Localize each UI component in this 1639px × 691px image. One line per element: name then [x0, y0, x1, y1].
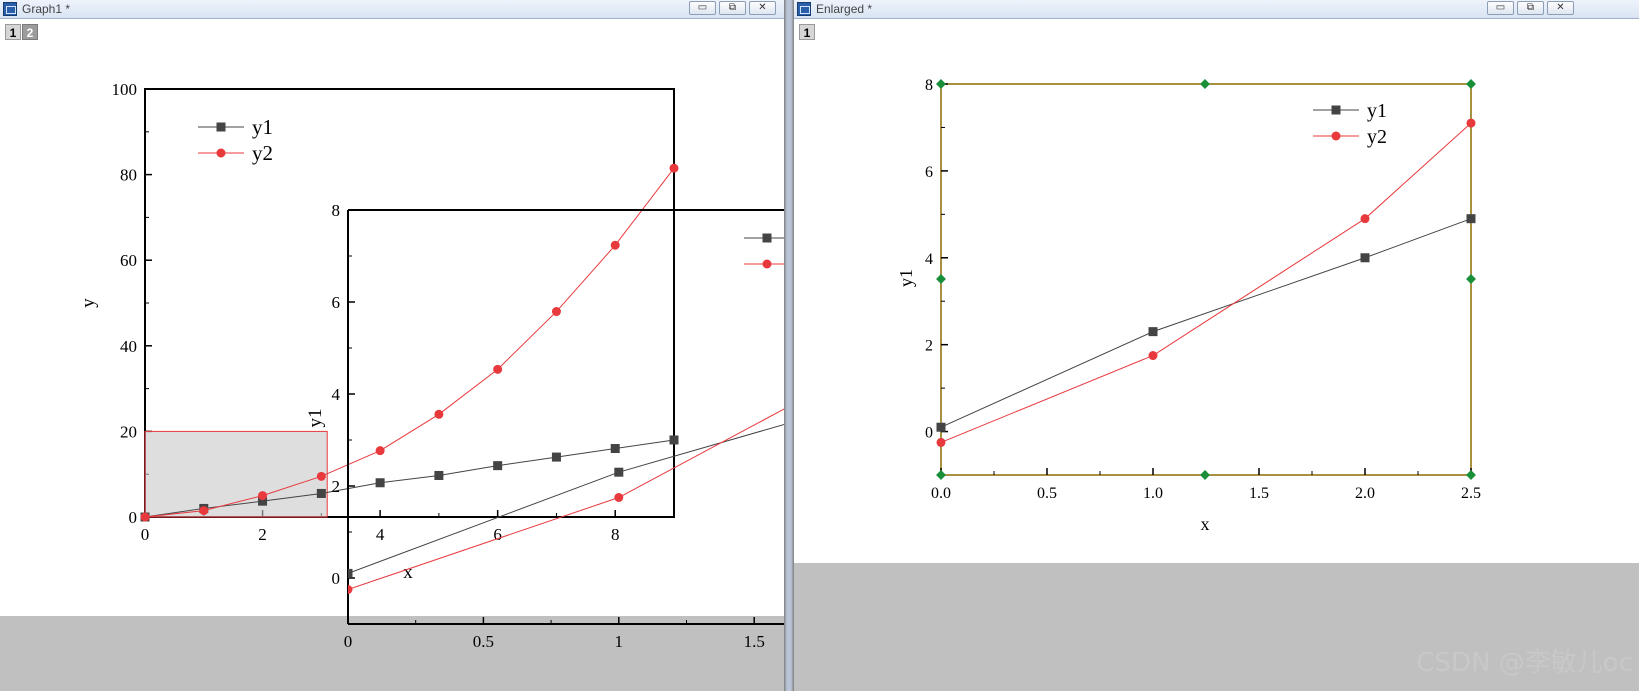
data-point-y1: [375, 478, 385, 488]
data-point-y2: [1360, 214, 1370, 224]
graph1-window: Graph1 * ▭ ⧉ ✕ 1 2 0 20 40 60 80 100 0 2 4 6 8 y y1 y…: [0, 0, 784, 691]
selection-handle: [1200, 470, 1210, 480]
x-tick-label: 0.0: [931, 485, 951, 502]
data-point-y2: [434, 409, 444, 419]
data-point-y2: [258, 491, 268, 501]
x-tick-label: 0.5: [473, 632, 494, 651]
series-line-y1: [940, 218, 1472, 428]
plot-frame: [940, 83, 1472, 476]
x-tick-label: 2.0: [1355, 485, 1375, 502]
y-tick-label: 0: [129, 508, 138, 527]
series-group: [348, 408, 784, 594]
data-point-y1: [1148, 327, 1158, 337]
data-point-y2: [614, 493, 624, 502]
x-axis-title: x: [1201, 514, 1210, 534]
data-point-y1: [936, 422, 946, 432]
selection-handle: [1200, 79, 1210, 89]
data-point-y1: [1360, 253, 1370, 263]
data-point-y1: [614, 467, 624, 477]
data-point-y2: [1148, 351, 1158, 361]
enlarged-plot-area[interactable]: 0 2 4 6 8 0.0 0.5 1.0 1.5 2.0 2.5 y1 x y1 y2: [794, 0, 1639, 691]
data-point-y2: [493, 364, 503, 374]
legend-label-y1: y1: [252, 115, 273, 139]
y-axis-title: y1: [896, 269, 916, 287]
y-tick-label: 80: [120, 166, 137, 185]
data-point-y1: [551, 452, 561, 462]
y-axis-title: y: [78, 298, 99, 308]
data-point-y2: [936, 437, 946, 447]
series-line-y2: [348, 408, 784, 590]
y-tick-label: 4: [925, 251, 933, 268]
data-point-y1: [316, 488, 326, 498]
selection-handle: [1466, 79, 1476, 89]
y-tick-label: 6: [925, 164, 933, 181]
legend-marker-y1: [762, 233, 772, 243]
data-point-y2: [199, 506, 209, 516]
graph1-plot-area[interactable]: 0204060801000 2 4 6 8yy1y2024680 0.5 1 1.5y1x: [0, 0, 784, 691]
series-line-y2: [940, 122, 1472, 443]
x-tick-label: 0: [141, 525, 150, 544]
legend-label-y2: y2: [252, 141, 273, 165]
data-point-y2: [375, 446, 385, 456]
legend-label-y1: y1: [1367, 100, 1387, 122]
legend-marker-y1: [1331, 105, 1341, 115]
data-point-y2: [140, 512, 150, 522]
data-point-y1: [493, 461, 503, 471]
x-tick-label: 1.5: [1249, 485, 1269, 502]
y-tick-label: 6: [332, 293, 341, 312]
x-tick-label: 1.0: [1143, 485, 1163, 502]
selection-handle: [1466, 470, 1476, 480]
y-tick-label: 60: [120, 251, 137, 270]
series-group: [936, 118, 1476, 447]
data-point-y2: [1466, 118, 1476, 128]
data-point-y2: [316, 471, 326, 481]
legend-label-y2: y2: [1367, 126, 1387, 148]
legend-marker-y1: [216, 122, 226, 132]
x-tick-label: 4: [376, 525, 385, 544]
y-tick-label: 40: [120, 337, 137, 356]
y-tick-label: 8: [332, 201, 341, 220]
enlarged-window: Enlarged * ▭ ⧉ ✕ 1 0 2 4 6 8 0.0 0.5 1.0 1.5 2.0 2…: [794, 0, 1639, 691]
y-tick-label: 100: [112, 80, 138, 99]
y-tick-label: 0: [332, 569, 341, 588]
x-tick-label: 0.5: [1037, 485, 1057, 502]
series-line-y1: [348, 423, 784, 574]
watermark: CSDN @李敏儿oc: [1416, 648, 1633, 678]
data-point-y1: [669, 435, 679, 445]
data-point-y1: [1466, 214, 1476, 224]
selection-handle: [1466, 274, 1476, 284]
data-point-y1: [610, 444, 620, 454]
selection-handle: [936, 470, 946, 480]
data-point-y1: [434, 470, 444, 480]
legend-marker-y2: [216, 148, 226, 158]
selection-handle: [936, 79, 946, 89]
x-tick-label: 0: [344, 632, 353, 651]
data-point-y2: [551, 307, 561, 317]
y-tick-label: 20: [120, 422, 137, 441]
x-tick-label: 2: [258, 525, 267, 544]
selection-handle: [936, 274, 946, 284]
data-point-y2: [669, 163, 679, 173]
x-axis-title: x: [403, 562, 413, 583]
y-tick-label: 0: [925, 425, 933, 442]
x-tick-label: 2.5: [1461, 485, 1481, 502]
x-tick-label: 1.5: [744, 632, 765, 651]
x-tick-label: 8: [611, 525, 620, 544]
window-splitter[interactable]: [784, 0, 794, 691]
x-tick-label: 1: [615, 632, 624, 651]
y-tick-label: 8: [925, 77, 933, 94]
y-tick-label: 2: [332, 477, 341, 496]
y-tick-label: 2: [925, 338, 933, 355]
data-point-y2: [610, 240, 620, 250]
y-tick-label: 4: [332, 385, 341, 404]
x-tick-label: 6: [493, 525, 502, 544]
data-point-y2: [348, 585, 353, 594]
legend-marker-y2: [762, 259, 772, 269]
data-point-y1: [348, 568, 353, 578]
y-axis-title: y1: [305, 409, 326, 428]
legend-marker-y2: [1331, 131, 1341, 141]
